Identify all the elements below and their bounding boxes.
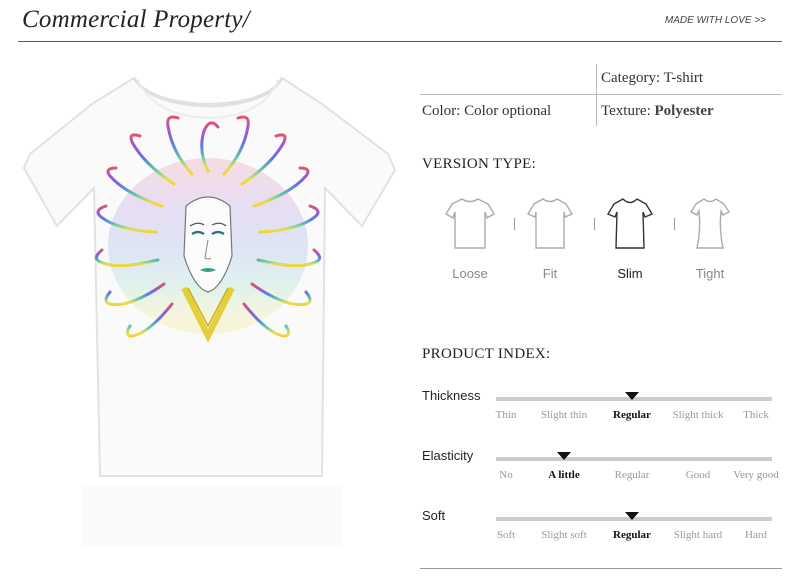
made-with-love-tagline: MADE WITH LOVE >> xyxy=(664,15,766,26)
version-option-label: Slim xyxy=(617,266,643,281)
index-level-label: Slight soft xyxy=(541,529,587,541)
index-row-elasticity: Elasticity No A little Regular Good Very good xyxy=(422,448,779,496)
index-slider-track xyxy=(496,512,772,521)
category-value: T-shirt xyxy=(663,70,704,86)
index-row-thickness: Thickness Thin Slight thin Regular Slight th… xyxy=(422,388,777,436)
index-level-label: Hard xyxy=(745,529,767,541)
index-level-label: Slight thin xyxy=(540,409,588,421)
product-index-heading: PRODUCT INDEX: xyxy=(422,346,551,362)
spec-row-1: Category: T-shirt xyxy=(420,62,782,95)
index-slider-track xyxy=(496,452,772,461)
version-option-fit[interactable]: Fit xyxy=(515,196,585,281)
index-level-label: Thin xyxy=(495,409,517,421)
product-spec-table: Category: T-shirt Color: Color optional … xyxy=(420,62,782,128)
index-name: Soft xyxy=(422,508,446,523)
tshirt-icon xyxy=(445,198,495,249)
index-marker-arrow xyxy=(625,512,639,520)
texture-value: Polyester xyxy=(654,103,714,119)
index-marker-arrow xyxy=(625,392,639,400)
tshirt-icon xyxy=(526,198,574,249)
index-row-soft: Soft Soft Slight soft Regular Slight hard Har… xyxy=(422,508,777,556)
index-level-label: Very good xyxy=(733,469,779,481)
spec-row-2: Color: Color optional Texture: Polyester xyxy=(420,95,782,127)
index-level-label: Thick xyxy=(743,409,769,421)
version-option-loose[interactable]: Loose xyxy=(435,196,505,281)
spec-category: Category: T-shirt xyxy=(598,62,785,94)
index-name: Elasticity xyxy=(422,448,474,463)
header-divider xyxy=(18,41,782,42)
tshirt-illustration xyxy=(22,76,397,546)
index-level-label: Good xyxy=(685,469,711,481)
spec-texture: Texture: Polyester xyxy=(598,95,785,127)
version-option-tight[interactable]: Tight xyxy=(675,196,745,281)
index-level-label: Regular xyxy=(614,469,650,481)
category-label: Category: xyxy=(601,70,661,86)
version-option-label: Fit xyxy=(542,266,558,281)
version-type-options: Loose Fit Slim Tight xyxy=(435,196,775,296)
color-value: Color optional xyxy=(464,103,552,119)
texture-label: Texture: xyxy=(601,103,651,119)
index-level-label: No xyxy=(499,469,513,481)
index-marker-arrow xyxy=(557,452,571,460)
index-level-label: Regular xyxy=(613,529,651,541)
color-label: Color: xyxy=(422,103,461,119)
index-level-labels: Thin Slight thin Regular Slight thick Thick xyxy=(492,409,777,425)
footer-divider xyxy=(420,568,782,569)
index-level-label: Regular xyxy=(613,409,651,421)
tshirt-icon xyxy=(689,198,731,249)
version-type-heading: VERSION TYPE: xyxy=(422,156,537,172)
index-level-label: Slight hard xyxy=(673,529,723,541)
spec-column-divider xyxy=(596,64,597,126)
version-option-label: Loose xyxy=(452,266,488,281)
spec-cell-empty xyxy=(422,62,594,94)
tshirt-icon xyxy=(606,198,654,249)
index-level-labels: No A little Regular Good Very good xyxy=(492,469,779,485)
page-title: Commercial Property/ xyxy=(22,6,250,33)
version-option-slim[interactable]: Slim xyxy=(595,196,665,281)
spec-color: Color: Color optional xyxy=(422,95,594,127)
product-image xyxy=(22,56,397,576)
index-level-label: Slight thick xyxy=(672,409,724,421)
version-option-label: Tight xyxy=(695,266,725,281)
index-level-label: A little xyxy=(548,469,580,481)
index-slider-track xyxy=(496,392,772,401)
index-level-label: Soft xyxy=(496,529,516,541)
index-name: Thickness xyxy=(422,388,481,403)
index-level-labels: Soft Slight soft Regular Slight hard Hard xyxy=(492,529,777,545)
